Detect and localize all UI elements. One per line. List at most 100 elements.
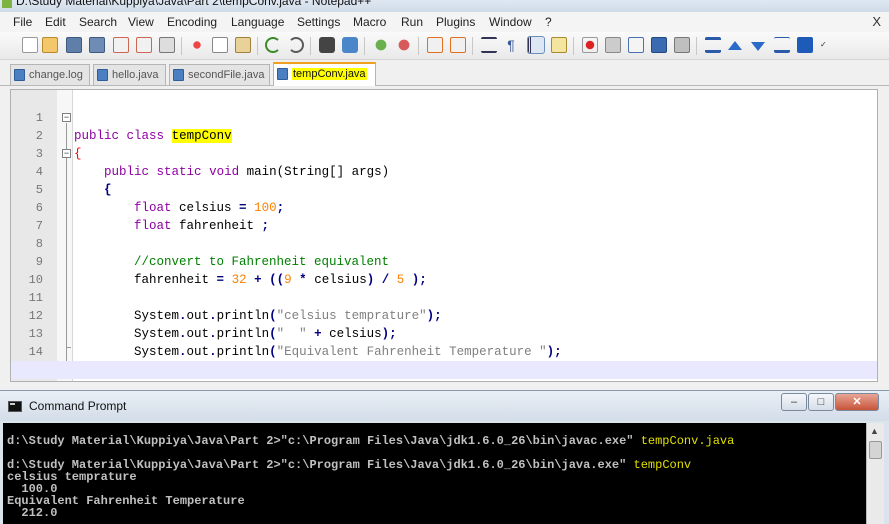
code-text: }	[74, 379, 112, 381]
save-macro-icon[interactable]	[674, 37, 690, 53]
console-text: 212.0	[7, 506, 58, 520]
console-line: 212.0	[7, 507, 57, 519]
collapse-icon[interactable]	[705, 37, 721, 53]
code-line: 5 float celsius = 100;	[11, 163, 877, 215]
code-line: 4 {	[11, 145, 877, 197]
save-all-icon[interactable]	[89, 37, 105, 53]
notepad-window: D:\Study Material\Kuppiya\Java\Part 2\te…	[0, 0, 889, 392]
code-line: 11 System.out.println("celsius tempratur…	[11, 271, 877, 323]
toolbar-separator	[257, 37, 258, 55]
print-icon[interactable]	[159, 37, 175, 53]
command-prompt-window: Command Prompt – □ ✕ d:\Study Material\K…	[0, 390, 889, 524]
maximize-button[interactable]: □	[808, 393, 834, 411]
move-up-icon[interactable]	[728, 41, 742, 50]
close-all-icon[interactable]	[136, 37, 152, 53]
tab-label: hello.java	[112, 69, 159, 81]
code-line: 2 {	[11, 109, 877, 161]
menu-run[interactable]: Run	[401, 15, 423, 29]
toolbar-separator	[573, 37, 574, 55]
undo-icon[interactable]	[265, 37, 281, 53]
code-line: 15 }	[11, 343, 877, 377]
zoom-out-icon[interactable]	[396, 37, 412, 53]
word-wrap-icon[interactable]	[481, 37, 497, 53]
toolbar-separator	[418, 37, 419, 55]
code-line: 13 System.out.println("Equivalent Fahren…	[11, 307, 877, 359]
notepad-logo-icon	[2, 0, 12, 8]
window-title: D:\Study Material\Kuppiya\Java\Part 2\te…	[16, 0, 372, 8]
close-button[interactable]: ✕	[835, 393, 879, 411]
menu-encoding[interactable]: Encoding	[167, 15, 217, 29]
console-output[interactable]: d:\Study Material\Kuppiya\Java\Part 2>"c…	[3, 423, 866, 524]
spellcheck-icon[interactable]: ✓	[820, 37, 836, 53]
open-file-icon[interactable]	[42, 37, 58, 53]
title-bar: D:\Study Material\Kuppiya\Java\Part 2\te…	[0, 0, 889, 12]
find-icon[interactable]	[319, 37, 335, 53]
tab-hello-java[interactable]: hello.java	[93, 64, 166, 85]
code-line: 6 float fahrenheit ;	[11, 181, 877, 233]
show-all-chars-icon[interactable]: ¶	[503, 37, 519, 53]
run-macro-multiple-icon[interactable]	[651, 37, 667, 53]
menu-bar: File Edit Search View Encoding Language …	[0, 12, 889, 32]
zoom-in-icon[interactable]	[373, 37, 389, 53]
toolbar-separator	[696, 37, 697, 55]
code-line-current: 16 }	[11, 361, 877, 381]
code-line: 12 System.out.println(" " + celsius);	[11, 289, 877, 341]
tab-label: tempConv.java	[292, 68, 367, 80]
minimize-button[interactable]: –	[781, 393, 807, 411]
redo-icon[interactable]	[288, 37, 304, 53]
code-line: 7	[11, 199, 877, 233]
menu-edit[interactable]: Edit	[45, 15, 66, 29]
code-line: 14 System.out.println(" " + fahrenheit);	[11, 325, 877, 377]
tab-tempconv-java[interactable]: tempConv.java	[273, 62, 376, 86]
play-macro-icon[interactable]	[628, 37, 644, 53]
save-icon[interactable]	[66, 37, 82, 53]
file-icon	[97, 69, 108, 81]
scroll-up-icon[interactable]: ▲	[870, 426, 879, 436]
menu-macro[interactable]: Macro	[353, 15, 386, 29]
menu-plugins[interactable]: Plugins	[436, 15, 475, 29]
cmd-title-bar: Command Prompt – □ ✕	[0, 391, 889, 421]
code-line: 3 public static void main(String[] args)	[11, 127, 877, 179]
paste-icon[interactable]	[235, 37, 251, 53]
toolbar-separator	[472, 37, 473, 55]
close-file-icon[interactable]	[113, 37, 129, 53]
menu-view[interactable]: View	[128, 15, 154, 29]
menu-file[interactable]: File	[13, 15, 32, 29]
file-icon	[14, 69, 25, 81]
tab-bar: change.log hello.java secondFile.java te…	[0, 60, 889, 86]
menu-settings[interactable]: Settings	[297, 15, 340, 29]
move-down-icon[interactable]	[751, 42, 765, 51]
cut-icon[interactable]	[189, 37, 205, 53]
replace-icon[interactable]	[342, 37, 358, 53]
stop-record-icon[interactable]	[605, 37, 621, 53]
file-icon	[173, 69, 184, 81]
user-defined-lang-icon[interactable]	[551, 37, 567, 53]
sync-vertical-icon[interactable]	[427, 37, 443, 53]
code-line: 8 //convert to Fahrenheit equivalent	[11, 217, 877, 269]
menu-language[interactable]: Language	[231, 15, 284, 29]
expand-icon[interactable]	[774, 37, 790, 53]
code-line: 9 fahrenheit = 32 + ((9 * celsius) / 5 )…	[11, 235, 877, 287]
code-editor[interactable]: − − 1 public class tempConv 2 { 3 public…	[10, 89, 878, 382]
monitor-icon[interactable]	[797, 37, 813, 53]
menu-search[interactable]: Search	[79, 15, 117, 29]
tab-label: secondFile.java	[188, 69, 265, 81]
cmd-icon	[8, 401, 22, 412]
record-macro-icon[interactable]	[582, 37, 598, 53]
menu-window[interactable]: Window	[489, 15, 532, 29]
console-line: d:\Study Material\Kuppiya\Java\Part 2>"c…	[7, 435, 734, 447]
line-number: 16	[11, 379, 43, 381]
copy-icon[interactable]	[212, 37, 228, 53]
tab-change-log[interactable]: change.log	[10, 64, 90, 85]
menu-help[interactable]: ?	[545, 15, 552, 29]
new-file-icon[interactable]	[22, 37, 38, 53]
close-document-button[interactable]: X	[872, 14, 881, 29]
toolbar-separator	[364, 37, 365, 55]
indent-guide-icon[interactable]	[527, 36, 545, 54]
toolbar-separator	[181, 37, 182, 55]
cmd-title: Command Prompt	[29, 399, 127, 413]
scroll-thumb[interactable]	[869, 441, 882, 459]
sync-horizontal-icon[interactable]	[450, 37, 466, 53]
console-scrollbar[interactable]: ▲	[866, 423, 884, 524]
tab-secondfile-java[interactable]: secondFile.java	[169, 64, 270, 85]
